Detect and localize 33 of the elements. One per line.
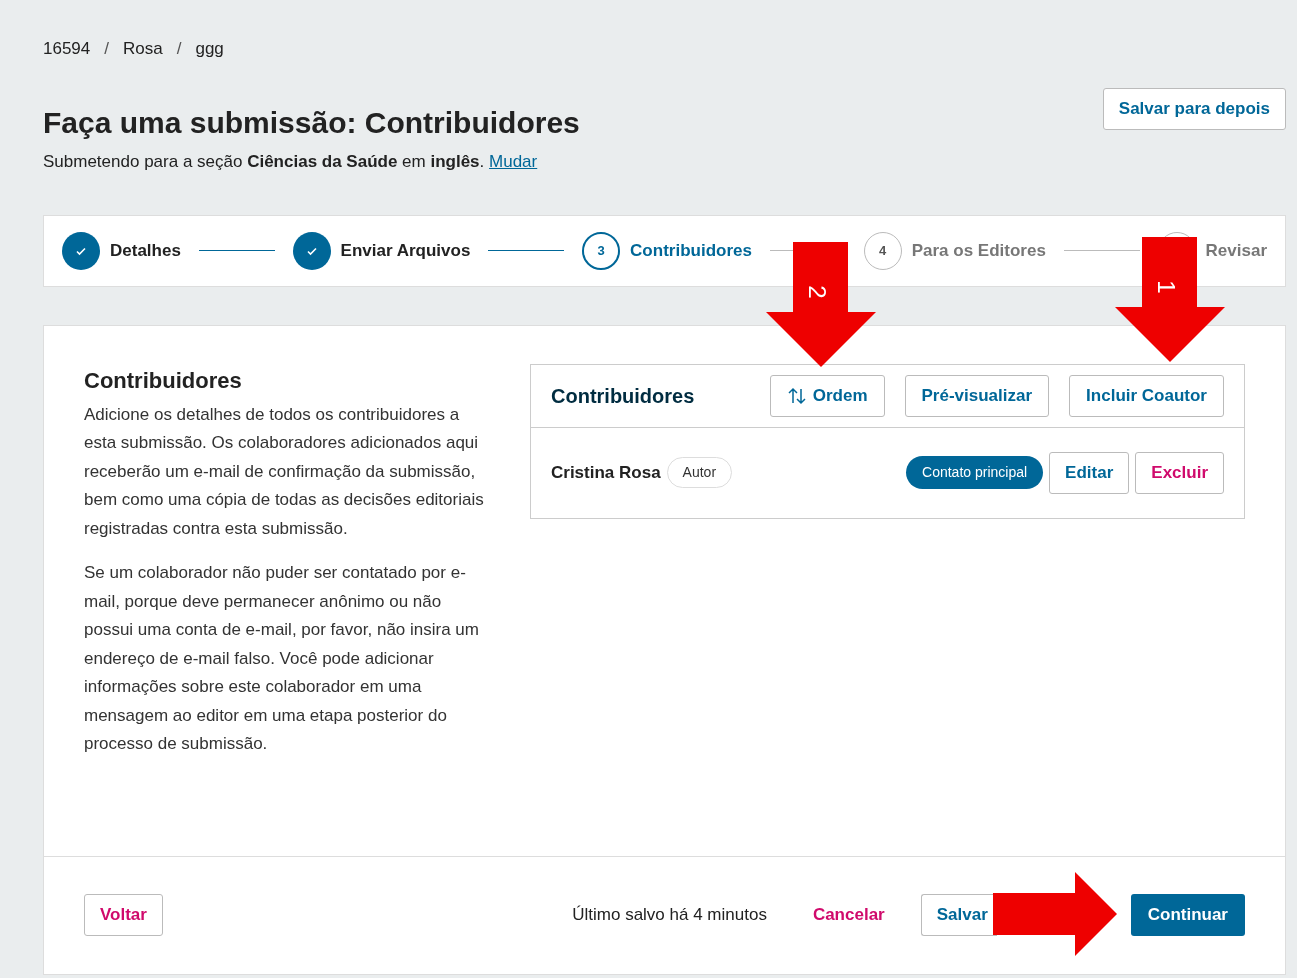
cancel-button[interactable]: Cancelar bbox=[812, 902, 885, 928]
save-for-later-button[interactable]: Salvar para depois bbox=[1102, 87, 1286, 130]
step-tab[interactable]: Revisar bbox=[1205, 237, 1267, 264]
annotation-number: 2 bbox=[804, 285, 829, 299]
delete-button[interactable]: Excluir bbox=[1135, 451, 1224, 494]
step-tab[interactable]: Contribuidores bbox=[630, 237, 752, 264]
step-tab[interactable]: Detalhes bbox=[110, 237, 181, 264]
breadcrumb-link[interactable]: ggg bbox=[195, 36, 224, 62]
primary-contact-badge: Contato principal bbox=[906, 456, 1044, 489]
step-number: 3 bbox=[582, 231, 621, 270]
preview-button[interactable]: Pré-visualizar bbox=[904, 374, 1050, 417]
section-description: Se um colaborador não puder ser contatado por e-mail, porque deve permanecer anônimo ou não possui uma conta de e-mail, por favor, não insira um endereço de e-mail falso. Você pode adicionar informações sobre este colaborador em uma mensagem ao editor em uma etapa posterior do processo de submissão. bbox=[84, 562, 480, 755]
breadcrumb-separator: / bbox=[176, 38, 182, 60]
step-tab[interactable]: Enviar Arquivos bbox=[340, 237, 471, 264]
change-link[interactable]: Mudar bbox=[489, 152, 538, 171]
breadcrumb-link[interactable]: 16594 bbox=[43, 36, 91, 62]
back-button[interactable]: Voltar bbox=[84, 894, 163, 936]
panel-title: Contribuidores bbox=[551, 383, 695, 409]
order-button[interactable]: Ordem bbox=[769, 374, 885, 417]
edit-button[interactable]: Editar bbox=[1049, 451, 1130, 494]
add-coauthor-button[interactable]: Incluir Coautor bbox=[1069, 374, 1224, 417]
page-subtitle: Submetendo para a seção Ciências da Saúde em inglês. Mudar bbox=[43, 151, 539, 173]
step-tab[interactable]: Para os Editores bbox=[911, 237, 1046, 264]
section-title: Contribuidores bbox=[84, 366, 243, 395]
section-description: Adicione os detalhes de todos os contribuidores a esta submissão. Os colaboradores adicionados aqui receberão um e-mail de confirmação da submissão, bem como uma cópia de todas as decisões editoriais registradas contra esta submissão. bbox=[84, 403, 484, 540]
continue-button[interactable]: Continuar bbox=[1130, 894, 1245, 936]
annotation-number: 1 bbox=[1153, 280, 1178, 294]
last-saved-text: Último salvo há 4 minutos bbox=[572, 904, 767, 927]
breadcrumb-link[interactable]: Rosa bbox=[123, 36, 163, 62]
page-title: Faça uma submissão: Contribuidores bbox=[43, 104, 580, 141]
sort-icon bbox=[786, 386, 807, 405]
contributor-name: Cristina Rosa bbox=[551, 461, 661, 484]
breadcrumb-separator: / bbox=[104, 38, 109, 60]
